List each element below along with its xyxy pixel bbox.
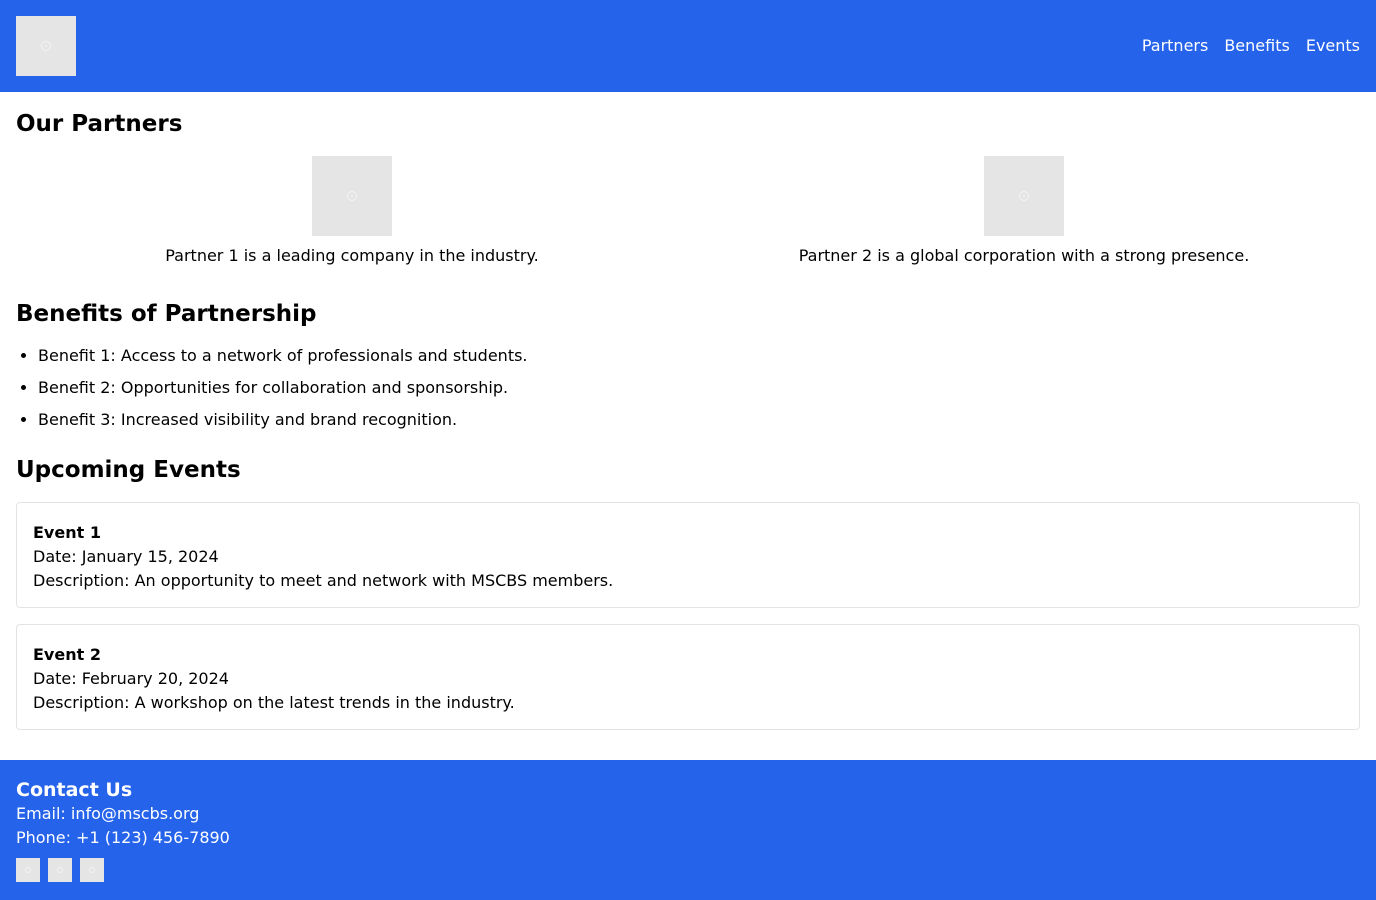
partners-heading: Our Partners bbox=[16, 111, 183, 137]
image-placeholder-icon bbox=[1019, 191, 1029, 201]
event-date: Date: January 15, 2024 bbox=[33, 547, 219, 566]
benefit-item: Benefit 1: Access to a network of profes… bbox=[38, 346, 1360, 366]
event-description: Description: An opportunity to meet and … bbox=[33, 571, 614, 590]
image-placeholder-icon bbox=[25, 867, 31, 873]
partners-list: Partner 1 is a leading company in the in… bbox=[16, 156, 1360, 266]
benefits-list: Benefit 1: Access to a network of profes… bbox=[16, 346, 1360, 430]
image-placeholder-icon bbox=[89, 867, 95, 873]
events-list: Event 1 Date: January 15, 2024 Descripti… bbox=[16, 502, 1360, 730]
nav-link-events[interactable]: Events bbox=[1306, 36, 1360, 56]
benefit-item: Benefit 2: Opportunities for collaborati… bbox=[38, 378, 1360, 398]
partners-section: Our Partners Partner 1 is a leading comp… bbox=[16, 110, 1360, 266]
social-links bbox=[16, 858, 1360, 882]
social-link-1-icon[interactable] bbox=[16, 858, 40, 882]
benefits-section: Benefits of Partnership Benefit 1: Acces… bbox=[16, 300, 1360, 430]
partner-description: Partner 2 is a global corporation with a… bbox=[798, 246, 1250, 265]
site-header: Partners Benefits Events bbox=[0, 0, 1376, 92]
contact-heading: Contact Us bbox=[16, 779, 133, 801]
benefits-heading: Benefits of Partnership bbox=[16, 301, 317, 327]
image-placeholder-icon bbox=[347, 191, 357, 201]
main-content: Our Partners Partner 1 is a leading comp… bbox=[0, 110, 1376, 730]
event-title: Event 1 bbox=[33, 523, 101, 542]
image-placeholder-icon bbox=[41, 41, 51, 51]
partner-card: Partner 1 is a leading company in the in… bbox=[16, 156, 688, 266]
event-date: Date: February 20, 2024 bbox=[33, 669, 229, 688]
events-section: Upcoming Events Event 1 Date: January 15… bbox=[16, 456, 1360, 730]
logo-image[interactable] bbox=[16, 16, 76, 76]
social-link-3-icon[interactable] bbox=[80, 858, 104, 882]
event-description: Description: A workshop on the latest tr… bbox=[33, 693, 515, 712]
events-heading: Upcoming Events bbox=[16, 457, 241, 483]
partner-description: Partner 1 is a leading company in the in… bbox=[165, 246, 539, 265]
site-footer: Contact Us Email: info@mscbs.org Phone: … bbox=[0, 760, 1376, 900]
nav-link-partners[interactable]: Partners bbox=[1142, 36, 1208, 56]
partner-logo bbox=[984, 156, 1064, 236]
nav-link-benefits[interactable]: Benefits bbox=[1224, 36, 1290, 56]
event-card: Event 2 Date: February 20, 2024 Descript… bbox=[16, 624, 1360, 730]
event-card: Event 1 Date: January 15, 2024 Descripti… bbox=[16, 502, 1360, 608]
partner-card: Partner 2 is a global corporation with a… bbox=[688, 156, 1360, 266]
contact-email: Email: info@mscbs.org bbox=[16, 804, 200, 823]
social-link-2-icon[interactable] bbox=[48, 858, 72, 882]
event-title: Event 2 bbox=[33, 645, 101, 664]
image-placeholder-icon bbox=[57, 867, 63, 873]
contact-phone: Phone: +1 (123) 456-7890 bbox=[16, 828, 230, 847]
main-nav: Partners Benefits Events bbox=[1142, 36, 1360, 56]
benefit-item: Benefit 3: Increased visibility and bran… bbox=[38, 410, 1360, 430]
partner-logo bbox=[312, 156, 392, 236]
